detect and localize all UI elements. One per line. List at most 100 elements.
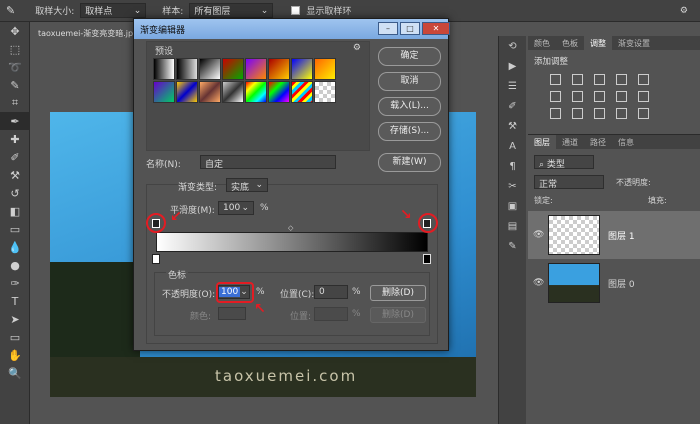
pen-tool-icon[interactable]: ✑ — [0, 274, 30, 292]
layer-row[interactable]: 👁 图层 0 — [528, 259, 700, 307]
quick-select-tool-icon[interactable]: ✎ — [0, 76, 30, 94]
swatch-icon[interactable]: ▣ — [499, 196, 526, 216]
workspace-icon[interactable]: ⚙ — [680, 6, 688, 16]
exposure-icon[interactable] — [616, 74, 627, 85]
new-button[interactable]: 新建(W) — [378, 153, 441, 172]
maximize-button[interactable]: □ — [400, 22, 420, 35]
gradient-preset[interactable] — [153, 81, 175, 103]
tab-layers[interactable]: 图层 — [528, 135, 556, 149]
channel-mixer-icon[interactable] — [638, 91, 649, 102]
eraser-tool-icon[interactable]: ◧ — [0, 202, 30, 220]
shape-tool-icon[interactable]: ▭ — [0, 328, 30, 346]
threshold-icon[interactable] — [594, 108, 605, 119]
gradient-preset[interactable] — [291, 58, 313, 80]
gradient-preset[interactable] — [222, 58, 244, 80]
blur-tool-icon[interactable]: 💧 — [0, 238, 30, 256]
history-icon[interactable]: ⟲ — [499, 36, 526, 56]
delete-opacity-stop-button[interactable]: 删除(D) — [370, 285, 426, 301]
minimize-button[interactable]: – — [378, 22, 398, 35]
vibrance-icon[interactable] — [638, 74, 649, 85]
gradient-preset[interactable] — [268, 81, 290, 103]
crop-tool-icon[interactable]: ⌗ — [0, 94, 30, 112]
photo-filter-icon[interactable] — [616, 91, 627, 102]
tab-swatches[interactable]: 色板 — [556, 36, 584, 50]
gradient-preset[interactable] — [268, 58, 290, 80]
layer-comps-icon[interactable]: ▤ — [499, 216, 526, 236]
name-input[interactable]: 自定 — [200, 155, 336, 170]
move-tool-icon[interactable]: ✥ — [0, 22, 30, 40]
hue-icon[interactable] — [550, 91, 561, 102]
save-button[interactable]: 存储(S)... — [378, 122, 441, 141]
levels-icon[interactable] — [572, 74, 583, 85]
gradient-preset[interactable] — [222, 81, 244, 103]
position-input[interactable]: 0 — [314, 285, 348, 299]
gradient-preset[interactable] — [199, 81, 221, 103]
smoothness-select[interactable]: 100 ⌄ — [218, 201, 254, 215]
tab-color[interactable]: 颜色 — [528, 36, 556, 50]
eyedropper-icon[interactable]: ✎ — [6, 4, 15, 17]
tools-icon[interactable]: ✂ — [499, 176, 526, 196]
kind-filter[interactable]: ⌕ 类型 — [534, 155, 594, 170]
layer-row[interactable]: 👁 图层 1 — [528, 211, 700, 259]
type-tool-icon[interactable]: T — [0, 292, 30, 310]
bw-icon[interactable] — [594, 91, 605, 102]
path-select-tool-icon[interactable]: ➤ — [0, 310, 30, 328]
history-brush-icon[interactable]: ↺ — [0, 184, 30, 202]
tab-paths[interactable]: 路径 — [584, 135, 612, 149]
tab-info[interactable]: 信息 — [612, 135, 640, 149]
tab-adjustments[interactable]: 调整 — [584, 36, 612, 50]
character-icon[interactable]: A — [499, 136, 526, 156]
color-stop-right[interactable] — [423, 254, 431, 264]
sample-size-select[interactable]: 取样点 ⌄ — [80, 3, 147, 18]
stamp-tool-icon[interactable]: ⚒ — [0, 166, 30, 184]
color-stop-left[interactable] — [152, 254, 160, 264]
marquee-tool-icon[interactable]: ⬚ — [0, 40, 30, 58]
posterize-icon[interactable] — [572, 108, 583, 119]
clone-icon[interactable]: ⚒ — [499, 116, 526, 136]
gradient-tool-icon[interactable]: ▭ — [0, 220, 30, 238]
play-icon[interactable]: ▶ — [499, 56, 526, 76]
healing-tool-icon[interactable]: ✚ — [0, 130, 30, 148]
gradient-preset[interactable] — [199, 58, 221, 80]
gradient-map-icon[interactable] — [616, 108, 627, 119]
balance-icon[interactable] — [572, 91, 583, 102]
brush-panel-icon[interactable]: ✐ — [499, 96, 526, 116]
gradient-preset[interactable] — [153, 58, 175, 80]
document-tab[interactable]: taoxuemei-渐变亮变暗.jpg — [32, 24, 142, 42]
brightness-icon[interactable] — [550, 74, 561, 85]
selective-color-icon[interactable] — [638, 108, 649, 119]
gradient-bar[interactable] — [156, 232, 428, 252]
ok-button[interactable]: 确定 — [378, 47, 441, 66]
blend-mode-select[interactable]: 正常 — [534, 175, 604, 190]
properties-icon[interactable]: ☰ — [499, 76, 526, 96]
eye-icon[interactable]: 👁 — [533, 278, 544, 288]
invert-icon[interactable] — [550, 108, 561, 119]
tab-gradient-settings[interactable]: 渐变设置 — [612, 36, 656, 50]
gear-icon[interactable]: ⚙ — [353, 43, 361, 53]
sample-select[interactable]: 所有图层 ⌄ — [189, 3, 274, 18]
gradient-preset[interactable] — [176, 58, 198, 80]
hand-tool-icon[interactable]: ✋ — [0, 346, 30, 364]
gradient-preset[interactable] — [314, 81, 336, 103]
gradient-preset[interactable] — [245, 81, 267, 103]
dodge-tool-icon[interactable]: ● — [0, 256, 30, 274]
gradient-preset[interactable] — [291, 81, 313, 103]
lasso-tool-icon[interactable]: ➰ — [0, 58, 30, 76]
paragraph-icon[interactable]: ¶ — [499, 156, 526, 176]
gradient-preset[interactable] — [245, 58, 267, 80]
gradient-preset[interactable] — [314, 58, 336, 80]
cancel-button[interactable]: 取消 — [378, 72, 441, 91]
eye-icon[interactable]: 👁 — [533, 230, 544, 240]
tab-channels[interactable]: 通道 — [556, 135, 584, 149]
midpoint-diamond-icon[interactable]: ◇ — [288, 224, 293, 232]
show-ring-checkbox[interactable] — [291, 6, 301, 15]
brush-tool-icon[interactable]: ✐ — [0, 148, 30, 166]
load-button[interactable]: 载入(L)... — [378, 97, 441, 116]
gradient-type-select[interactable]: 实底 ⌄ — [226, 178, 268, 193]
curves-icon[interactable] — [594, 74, 605, 85]
zoom-tool-icon[interactable]: 🔍 — [0, 364, 30, 382]
notes-icon[interactable]: ✎ — [499, 236, 526, 256]
close-button[interactable]: ✕ — [422, 22, 450, 35]
gradient-preset[interactable] — [176, 81, 198, 103]
eyedropper-tool-icon[interactable]: ✒ — [0, 112, 30, 130]
